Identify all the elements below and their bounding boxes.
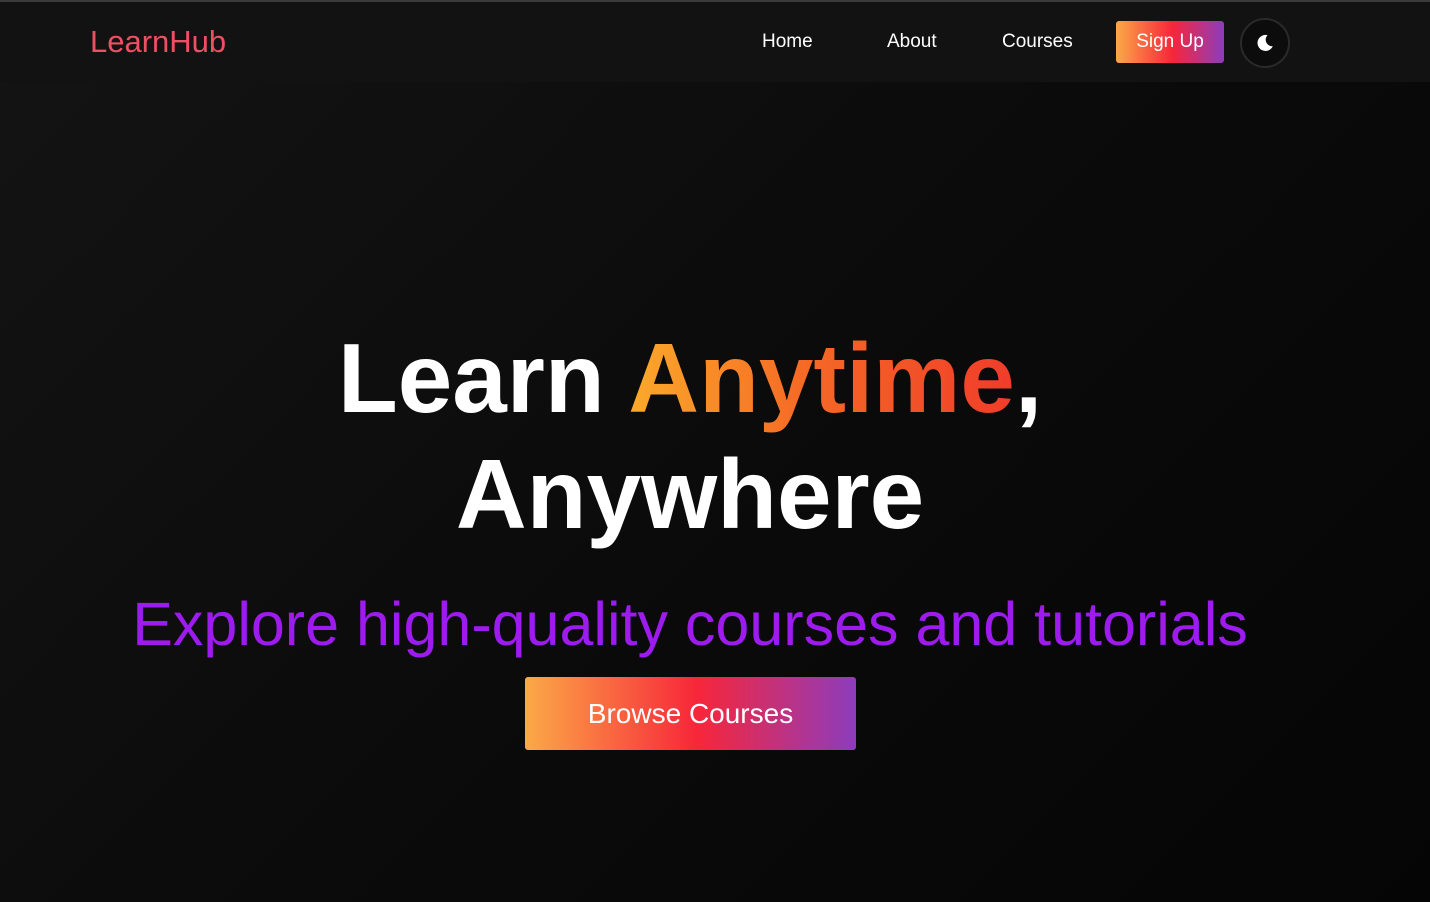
nav-link-about[interactable]: About — [887, 31, 937, 53]
nav-link-courses[interactable]: Courses — [1002, 31, 1073, 53]
hero-title-line2: Anywhere — [455, 439, 925, 549]
hero-title-highlight: Anytime — [628, 323, 1015, 433]
moon-icon — [1257, 34, 1273, 51]
hero-title: Learn Anytime, Anywhere — [0, 320, 1380, 552]
hero-subtitle: Explore high-quality courses and tutoria… — [132, 590, 1248, 658]
theme-toggle-button[interactable] — [1240, 18, 1290, 68]
navbar: LearnHub Home About Courses Sign Up — [0, 2, 1430, 82]
sign-up-button[interactable]: Sign Up — [1116, 21, 1224, 63]
nav-link-home[interactable]: Home — [762, 31, 813, 53]
browse-courses-button[interactable]: Browse Courses — [525, 677, 856, 750]
hero-title-part1: Learn — [337, 323, 629, 433]
page: LearnHub Home About Courses Sign Up Lear… — [0, 0, 1430, 902]
hero-title-comma: , — [1014, 323, 1043, 433]
logo[interactable]: LearnHub — [90, 24, 226, 60]
